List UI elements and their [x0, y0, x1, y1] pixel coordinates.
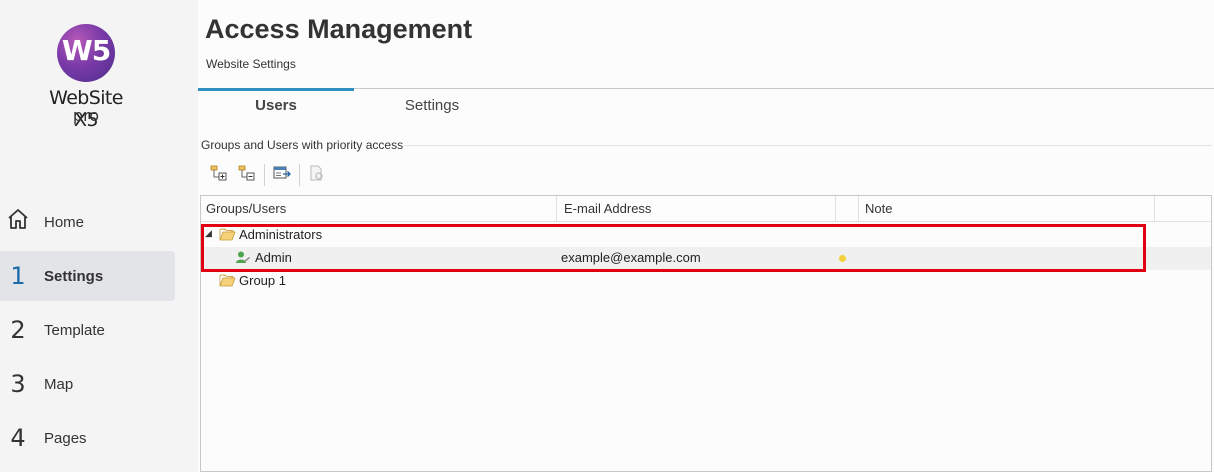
- section-label: Groups and Users with priority access: [201, 138, 404, 152]
- logo: W5 WebSite X5 pro: [36, 22, 136, 132]
- toolbar-separator: [299, 164, 300, 186]
- import-users-button[interactable]: [268, 163, 296, 187]
- remove-group-icon: [238, 165, 256, 186]
- sidebar: W5 WebSite X5 pro Home 1 Settings 2 Temp…: [0, 0, 198, 472]
- add-group-button[interactable]: [205, 163, 233, 187]
- page-title: Access Management: [205, 14, 473, 44]
- folder-open-icon: [219, 227, 236, 246]
- table-row-user-admin[interactable]: Admin example@example.com: [201, 247, 1211, 270]
- sidebar-item-template[interactable]: 2 Template: [0, 305, 175, 355]
- logo-edition: pro: [72, 106, 100, 125]
- table-row-group-1[interactable]: Group 1: [201, 270, 1211, 293]
- add-group-icon: [210, 165, 228, 186]
- properties-icon: [308, 165, 326, 186]
- group-name: Group 1: [239, 273, 286, 288]
- tab-users[interactable]: Users: [198, 88, 354, 120]
- toolbar: [205, 163, 331, 187]
- sidebar-item-label: Home: [44, 213, 85, 231]
- tab-settings[interactable]: Settings: [354, 89, 510, 121]
- column-header-note[interactable]: Note: [859, 196, 1155, 221]
- home-icon: [0, 206, 36, 238]
- sidebar-item-home[interactable]: Home: [0, 197, 175, 247]
- properties-button[interactable]: [303, 163, 331, 187]
- sidebar-item-label: Settings: [44, 267, 104, 285]
- user-email: example@example.com: [561, 250, 701, 265]
- column-header-groups-users[interactable]: Groups/Users: [201, 196, 557, 221]
- import-users-icon: [273, 165, 291, 186]
- sidebar-item-settings[interactable]: 1 Settings: [0, 251, 175, 301]
- step-number: 2: [10, 316, 26, 344]
- tab-bar: Users Settings: [198, 88, 1214, 120]
- page-subtitle: Website Settings: [206, 57, 296, 71]
- sidebar-item-pages[interactable]: 4 Pages: [0, 413, 175, 463]
- expand-arrow-icon[interactable]: ◢: [205, 228, 212, 239]
- sidebar-item-label: Map: [44, 375, 74, 393]
- step-number: 1: [10, 262, 26, 290]
- user-name: Admin: [255, 250, 292, 265]
- step-number: 3: [10, 370, 26, 398]
- sidebar-item-map[interactable]: 3 Map: [0, 359, 175, 409]
- section-divider: [404, 145, 1212, 146]
- step-number: 4: [10, 424, 26, 452]
- sidebar-item-label: Pages: [44, 429, 87, 447]
- folder-icon: [219, 273, 236, 292]
- toolbar-separator: [264, 164, 265, 186]
- table-row-group-administrators[interactable]: ◢ Administrators: [201, 224, 1211, 247]
- logo-mark: W5: [61, 34, 111, 67]
- column-header-status[interactable]: [836, 196, 859, 221]
- column-header-email[interactable]: E-mail Address: [557, 196, 836, 221]
- remove-group-button[interactable]: [233, 163, 261, 187]
- user-icon: [235, 250, 251, 271]
- app-window: W5 WebSite X5 pro Home 1 Settings 2 Temp…: [0, 0, 1214, 472]
- users-table: Groups/Users E-mail Address Note ◢ Admin…: [200, 195, 1212, 472]
- group-name: Administrators: [239, 227, 323, 242]
- status-dot: [839, 255, 846, 262]
- table-header: Groups/Users E-mail Address Note: [201, 196, 1211, 222]
- sidebar-item-label: Template: [44, 321, 105, 339]
